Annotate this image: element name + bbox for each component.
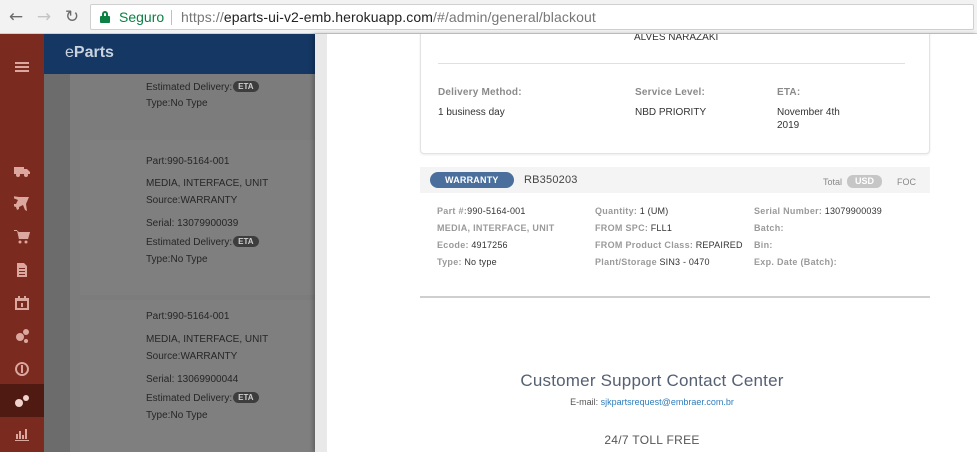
part-description: MEDIA, INTERFACE, UNIT (146, 178, 269, 189)
warranty-badge: WARRANTY (430, 172, 514, 188)
lock-icon (100, 11, 110, 23)
dollar-icon[interactable] (0, 352, 44, 385)
delivery-method-label: Delivery Method: (438, 87, 522, 98)
url-host: eparts-ui-v2-emb.herokuapp.com (223, 9, 434, 25)
type-line: Type:No Type (146, 98, 208, 109)
ecode-field: Ecode: 4917256 (437, 240, 508, 250)
eta-value-line2: 2019 (777, 120, 800, 131)
app-header: eParts (44, 34, 315, 74)
support-email-line: E-mail: sjkpartsrequest@embraer.com.br (570, 397, 734, 407)
eta-label: ETA: (777, 87, 801, 98)
plant-storage-field: Plant/Storage SIN3 - 0470 (595, 257, 710, 267)
url-text[interactable]: https://eparts-ui-v2-emb.herokuapp.com/#… (181, 9, 596, 25)
airplane-icon[interactable] (0, 187, 44, 220)
shipping-card: ALVES NARAZAKI Delivery Method: 1 busine… (420, 34, 930, 154)
part-line: Part:990-5164-001 (146, 156, 230, 167)
currency-badge[interactable]: USD (847, 175, 883, 188)
settings-gears-icon[interactable] (0, 384, 44, 417)
part-description: MEDIA, INTERFACE, UNIT (146, 334, 269, 345)
document-icon[interactable] (0, 253, 44, 286)
bin-field: Bin: (754, 240, 773, 250)
from-product-class-field: FROM Product Class: REPAIRED (595, 240, 743, 250)
part-description: MEDIA, INTERFACE, UNIT (437, 223, 555, 233)
type-line: Type:No Type (146, 254, 208, 265)
support-email-link[interactable]: sjkpartsrequest@embraer.com.br (601, 397, 734, 407)
section-divider (420, 296, 930, 298)
eta-line: Estimated Delivery: ETA (146, 81, 259, 93)
browser-toolbar: ← → ↻ Seguro https://eparts-ui-v2-emb.he… (0, 0, 977, 34)
address-bar[interactable]: Seguro https://eparts-ui-v2-emb.herokuap… (90, 4, 974, 30)
part-number-field: Part #:990-5164-001 (437, 206, 526, 216)
item-header-bar: WARRANTY RB350203 Total USD FOC (420, 167, 930, 193)
exp-date-field: Exp. Date (Batch): (754, 257, 837, 267)
type-field: Type: No type (437, 257, 497, 267)
service-level-value: NBD PRIORITY (635, 107, 707, 118)
back-arrow-icon[interactable]: ← (6, 7, 26, 27)
quantity-field: Quantity: 1 (UM) (595, 206, 669, 216)
eta-badge: ETA (233, 81, 259, 92)
bar-chart-icon[interactable] (0, 417, 44, 450)
side-nav-rail (0, 34, 44, 452)
rb-number: RB350203 (524, 174, 578, 186)
forward-arrow-icon[interactable]: → (34, 7, 54, 27)
address-line: ALVES NARAZAKI (634, 34, 719, 43)
part-line: Part:990-5164-001 (146, 311, 230, 322)
gears-icon[interactable] (0, 319, 44, 352)
service-level-label: Service Level: (635, 87, 706, 98)
url-divider (171, 10, 172, 25)
delivery-method-value: 1 business day (438, 107, 505, 118)
url-scheme: https:// (181, 9, 224, 25)
type-line: Type:No Type (146, 410, 208, 421)
source-line: Source:WARRANTY (146, 195, 238, 206)
eta-badge: ETA (233, 392, 259, 403)
order-detail-panel: ALVES NARAZAKI Delivery Method: 1 busine… (315, 34, 977, 452)
calendar-icon[interactable] (0, 286, 44, 319)
url-path: /#/admin/general/blackout (433, 9, 596, 25)
batch-field: Batch: (754, 223, 784, 233)
menu-icon[interactable] (0, 50, 44, 83)
eta-badge: ETA (233, 236, 259, 247)
eta-line: Estimated Delivery: ETA (146, 236, 259, 248)
eta-value-line1: November 4th (777, 107, 840, 118)
serial-line: Serial: 13069900044 (146, 374, 239, 385)
serial-number-field: Serial Number: 13079900039 (754, 206, 883, 216)
eta-line: Estimated Delivery: ETA (146, 392, 259, 404)
total-label: Total (823, 177, 843, 187)
serial-line: Serial: 13079900039 (146, 218, 239, 229)
cart-icon[interactable] (0, 220, 44, 253)
reload-icon[interactable]: ↻ (62, 7, 82, 27)
foc-label[interactable]: FOC (897, 177, 916, 187)
from-spc-field: FROM SPC: FLL1 (595, 223, 673, 233)
secure-label: Seguro (119, 9, 165, 25)
toll-free-label: 24/7 TOLL FREE (604, 433, 700, 447)
app-logo: eParts (65, 44, 114, 61)
source-line: Source:WARRANTY (146, 351, 238, 362)
divider (438, 63, 905, 64)
truck-icon[interactable] (0, 154, 44, 187)
support-title: Customer Support Contact Center (520, 371, 784, 390)
